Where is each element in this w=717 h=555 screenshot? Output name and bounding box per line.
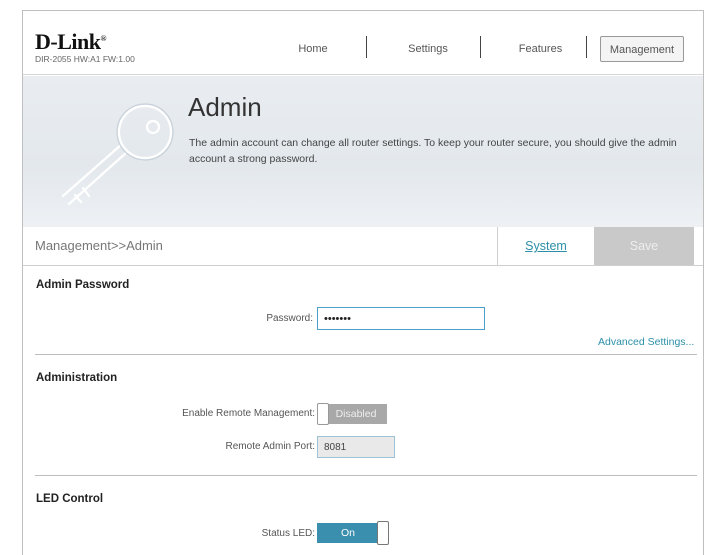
- nav-separator: [366, 36, 367, 58]
- page-banner: Admin The admin account can change all r…: [23, 76, 703, 227]
- status-led-label: Status LED:: [261, 528, 315, 539]
- key-icon: [43, 92, 183, 210]
- nav-separator: [586, 36, 587, 58]
- nav-settings[interactable]: Settings: [383, 36, 473, 62]
- save-button[interactable]: Save: [594, 227, 694, 265]
- toggle-knob[interactable]: [377, 521, 389, 545]
- nav-management[interactable]: Management: [600, 36, 684, 62]
- remote-management-toggle[interactable]: Disabled: [317, 403, 389, 425]
- nav-separator: [480, 36, 481, 58]
- nav-home[interactable]: Home: [278, 36, 348, 62]
- page-description: The admin account can change all router …: [189, 137, 677, 165]
- section-title-led-control: LED Control: [36, 493, 104, 505]
- toggle-state-text: Disabled: [325, 404, 387, 424]
- breadcrumb-bar: Management>>Admin System Save: [23, 227, 703, 266]
- system-link[interactable]: System: [497, 227, 594, 265]
- advanced-settings-link[interactable]: Advanced Settings...: [598, 336, 694, 348]
- model-info: DIR-2055 HW:A1 FW:1.00: [35, 54, 135, 64]
- section-divider: [35, 475, 697, 476]
- toggle-state-text: On: [317, 523, 379, 543]
- toggle-knob[interactable]: [317, 403, 329, 425]
- section-title-admin-password: Admin Password: [36, 279, 130, 291]
- router-admin-page: D-Link® DIR-2055 HW:A1 FW:1.00 Home Sett…: [22, 10, 704, 555]
- password-label: Password:: [266, 313, 313, 324]
- password-field[interactable]: [317, 307, 485, 330]
- section-divider: [35, 354, 697, 355]
- status-led-toggle[interactable]: On: [317, 521, 391, 545]
- section-title-administration: Administration: [36, 372, 118, 384]
- remote-admin-port-field[interactable]: [317, 436, 395, 458]
- registered-mark: ®: [100, 34, 106, 43]
- page-title: Admin: [188, 92, 262, 122]
- remote-management-label: Enable Remote Management:: [182, 408, 315, 419]
- dlink-logo: D-Link®: [35, 29, 107, 54]
- breadcrumb: Management>>Admin: [35, 238, 163, 253]
- top-header: D-Link® DIR-2055 HW:A1 FW:1.00 Home Sett…: [23, 11, 703, 75]
- remote-admin-port-label: Remote Admin Port:: [225, 441, 315, 452]
- nav-features[interactable]: Features: [493, 36, 588, 62]
